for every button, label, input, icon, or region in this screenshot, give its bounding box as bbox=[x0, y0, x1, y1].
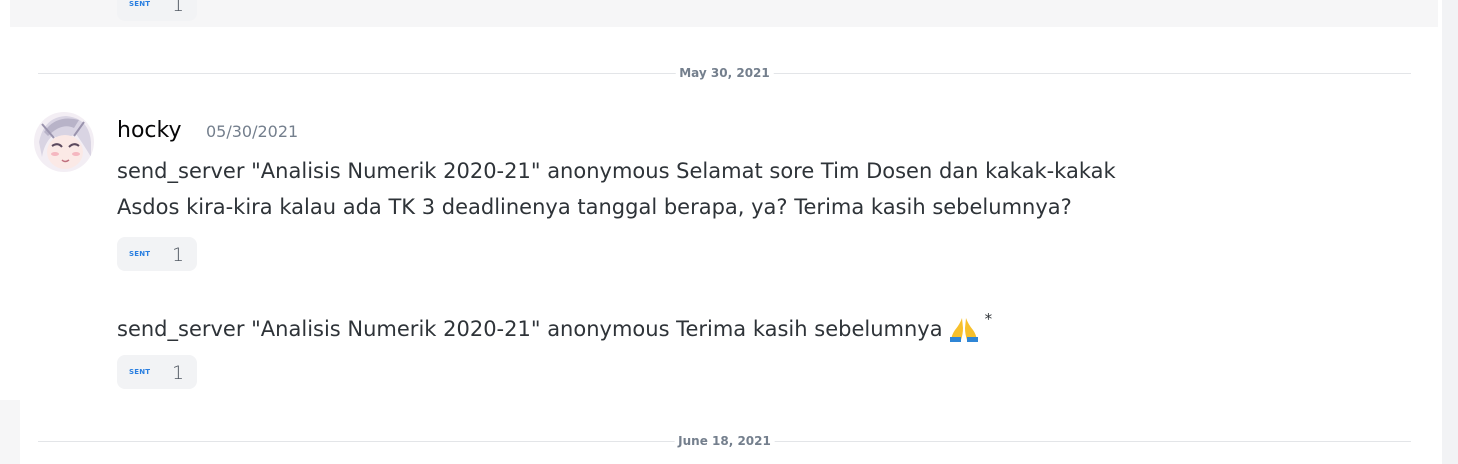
username[interactable]: hocky bbox=[117, 117, 181, 145]
sent-emoji-icon: SENT bbox=[129, 0, 151, 8]
side-background bbox=[0, 400, 20, 464]
chat-view: SENT 1 May 30, 2021 hocky 05/30/2021 sen… bbox=[0, 0, 1458, 464]
date-divider: June 18, 2021 bbox=[38, 433, 1411, 449]
message-timestamp: 05/30/2021 bbox=[206, 122, 299, 141]
message-text-content: send_server "Analisis Numerik 2020-21" a… bbox=[117, 317, 943, 341]
anime-avatar-icon bbox=[34, 112, 94, 172]
message-text-line: Asdos kira-kira kalau ada TK 3 deadlinen… bbox=[117, 195, 1072, 219]
message-text: send_server "Analisis Numerik 2020-21" a… bbox=[117, 301, 992, 347]
edited-marker: * bbox=[984, 310, 993, 328]
date-divider-label: June 18, 2021 bbox=[674, 433, 775, 449]
reaction-button[interactable]: SENT 1 bbox=[117, 0, 197, 21]
scrollbar[interactable] bbox=[1442, 0, 1458, 464]
reaction-button[interactable]: SENT 1 bbox=[117, 237, 197, 271]
date-divider: May 30, 2021 bbox=[38, 65, 1411, 81]
avatar[interactable] bbox=[34, 112, 94, 172]
date-divider-label: May 30, 2021 bbox=[675, 65, 774, 81]
reaction-button[interactable]: SENT 1 bbox=[117, 355, 197, 389]
reaction-count: 1 bbox=[172, 0, 185, 16]
sent-emoji-icon: SENT bbox=[129, 368, 151, 376]
sent-emoji-icon: SENT bbox=[129, 250, 151, 258]
reaction-count: 1 bbox=[172, 362, 185, 384]
reaction-count: 1 bbox=[172, 244, 185, 266]
message-text-line: send_server "Analisis Numerik 2020-21" a… bbox=[117, 159, 1116, 183]
previous-message bbox=[10, 0, 1438, 27]
folded-hands-icon bbox=[949, 316, 979, 342]
